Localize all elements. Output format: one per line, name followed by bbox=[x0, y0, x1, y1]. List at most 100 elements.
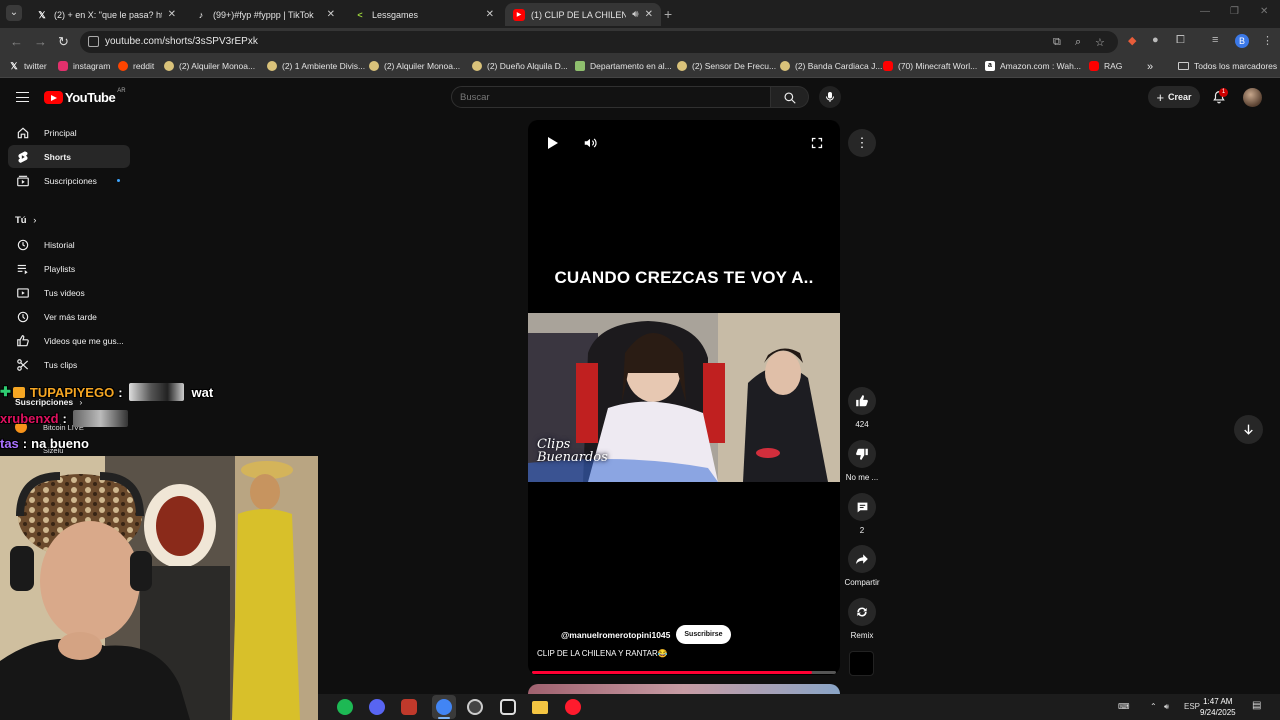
keyboard-icon[interactable]: ⌨ bbox=[1118, 702, 1130, 711]
search-input[interactable] bbox=[460, 90, 760, 105]
bookmark-item[interactable]: a Amazon.com : Wah... bbox=[985, 61, 1081, 71]
system-clock[interactable]: 1:47 AM 9/24/2025 bbox=[1200, 696, 1236, 718]
tab-search-chevron-icon[interactable]: ⌄ bbox=[6, 5, 22, 21]
bookmark-item[interactable]: (2) Sensor De Frecu... bbox=[677, 61, 776, 71]
bookmark-star-icon[interactable]: ☆ bbox=[1095, 36, 1105, 49]
zoom-icon[interactable]: ⌕ bbox=[1075, 36, 1081, 49]
bookmark-item[interactable]: instagram bbox=[58, 61, 110, 71]
bookmark-item[interactable]: (2) 1 Ambiente Divis... bbox=[267, 61, 365, 71]
sidebar-item-playlists[interactable]: Playlists bbox=[8, 257, 130, 280]
back-icon[interactable]: ← bbox=[10, 34, 23, 49]
progress-bar[interactable] bbox=[532, 671, 836, 674]
minimize-icon[interactable]: — bbox=[1200, 6, 1210, 17]
browser-tab-lessgames[interactable]: < Lessgames ✕ bbox=[346, 3, 502, 26]
obs-icon[interactable] bbox=[467, 699, 483, 715]
new-content-dot bbox=[117, 179, 120, 182]
language-indicator[interactable]: ESP bbox=[1184, 702, 1200, 711]
chevron-right-icon: › bbox=[33, 215, 37, 226]
close-window-icon[interactable]: ✕ bbox=[1260, 6, 1268, 17]
bookmark-item[interactable]: (2) Alquiler Monoa... bbox=[164, 61, 255, 71]
sidebar-item-historial[interactable]: Historial bbox=[8, 233, 130, 256]
close-icon[interactable]: ✕ bbox=[645, 9, 653, 20]
bookmark-item[interactable]: 𝕏twitter bbox=[9, 61, 46, 71]
chevron-up-icon[interactable]: ⌃ bbox=[1150, 702, 1157, 711]
next-short-button[interactable] bbox=[1234, 415, 1263, 444]
remix-button[interactable] bbox=[848, 598, 876, 626]
bookmark-item[interactable]: Departamento en al... bbox=[575, 61, 672, 71]
sidebar-item-ver-mas-tarde[interactable]: Ver más tarde bbox=[8, 305, 130, 328]
sidebar-item-principal[interactable]: Principal bbox=[8, 121, 130, 144]
browser-tab-youtube[interactable]: ▶ (1) CLIP DE LA CHILENA Y R 🔊︎ ✕ bbox=[505, 3, 661, 26]
channel-name-link[interactable]: @manuelromerotopini1045 bbox=[561, 630, 670, 640]
capcut-icon[interactable] bbox=[500, 699, 516, 715]
play-button[interactable] bbox=[547, 136, 559, 155]
volume-button[interactable] bbox=[583, 136, 597, 155]
media-controls-icon[interactable]: ≡ bbox=[1212, 34, 1218, 46]
thumbs-up-icon bbox=[856, 395, 868, 407]
subscribe-button[interactable]: Suscribirse bbox=[676, 625, 731, 644]
comments-button[interactable] bbox=[848, 493, 876, 521]
tab-title: (99+)#fyp #fyppp | TikTok bbox=[213, 9, 314, 20]
speaker-icon[interactable]: 🔊︎ bbox=[1164, 702, 1169, 712]
chrome-icon[interactable] bbox=[436, 699, 452, 715]
reload-icon[interactable]: ↻ bbox=[58, 34, 69, 50]
share-button[interactable] bbox=[848, 545, 876, 573]
browser-tab-x[interactable]: 𝕏 (2) + en X: "que le pasa? https:/ ✕ bbox=[28, 3, 184, 26]
channel-row: @manuelromerotopini1045 Suscribirse bbox=[561, 625, 731, 644]
site-info-icon[interactable] bbox=[88, 36, 99, 47]
extension-icon[interactable]: ◆ bbox=[1128, 34, 1136, 47]
bookmark-item[interactable]: RAG bbox=[1089, 61, 1122, 71]
sidebar-you-header[interactable]: Tú › bbox=[15, 215, 36, 226]
all-bookmarks-folder[interactable]: Todos los marcadores bbox=[1178, 61, 1277, 71]
voice-meeter-icon[interactable] bbox=[401, 699, 417, 715]
close-icon[interactable]: ✕ bbox=[486, 9, 494, 20]
dislike-button[interactable] bbox=[848, 440, 876, 468]
restore-icon[interactable]: ❐ bbox=[1230, 6, 1239, 17]
sidebar-item-shorts[interactable]: Shorts bbox=[8, 145, 130, 168]
sidebar-item-tus-clips[interactable]: Tus clips bbox=[8, 353, 130, 376]
like-button[interactable] bbox=[848, 387, 876, 415]
install-app-icon[interactable]: ⧉ bbox=[1053, 36, 1061, 49]
notification-center-icon[interactable]: ▤ bbox=[1252, 700, 1261, 711]
sidebar-item-liked-videos[interactable]: Videos que me gus... bbox=[8, 329, 130, 352]
profile-avatar[interactable]: B bbox=[1235, 34, 1249, 48]
kebab-menu-icon[interactable]: ⋮ bbox=[1262, 34, 1273, 47]
close-icon[interactable]: ✕ bbox=[327, 9, 335, 20]
extension-icon[interactable]: ● bbox=[1152, 34, 1159, 46]
file-explorer-icon[interactable] bbox=[532, 701, 548, 714]
create-button[interactable]: + Crear bbox=[1148, 86, 1200, 108]
spotify-icon[interactable] bbox=[337, 699, 353, 715]
new-tab-icon[interactable]: + bbox=[664, 6, 672, 22]
speaker-icon[interactable]: 🔊︎ bbox=[632, 9, 638, 20]
shorts-player[interactable]: CUANDO CREZCAS TE VOY A.. Clips Buenardo… bbox=[528, 120, 840, 675]
close-icon[interactable]: ✕ bbox=[168, 9, 176, 20]
marketplace-icon bbox=[369, 61, 379, 71]
discord-icon[interactable] bbox=[369, 699, 385, 715]
bookmark-item[interactable]: (2) Alquiler Monoa... bbox=[369, 61, 460, 71]
sound-thumbnail[interactable] bbox=[849, 651, 874, 676]
hamburger-menu-icon[interactable] bbox=[16, 92, 29, 102]
bookmark-item[interactable]: reddit bbox=[118, 61, 154, 71]
short-title[interactable]: CLIP DE LA CHILENA Y RANTAR😂 bbox=[537, 649, 668, 658]
bookmark-item[interactable]: (2) Banda Cardiaca J... bbox=[780, 61, 882, 71]
active-app-indicator bbox=[438, 717, 450, 719]
fullscreen-icon bbox=[811, 137, 823, 149]
account-avatar[interactable] bbox=[1243, 88, 1262, 107]
voice-search-button[interactable] bbox=[819, 86, 841, 108]
bookmark-item[interactable]: (2) Dueño Alquila D... bbox=[472, 61, 568, 71]
opera-icon[interactable] bbox=[565, 699, 581, 715]
sidebar-item-tus-videos[interactable]: Tus videos bbox=[8, 281, 130, 304]
more-options-button[interactable]: ⋮ bbox=[848, 129, 876, 157]
address-bar[interactable]: youtube.com/shorts/3sSPV3rEPxk ⧉ ⌕ ☆ bbox=[80, 31, 1118, 53]
bookmark-item[interactable]: (70) Minecraft Worl... bbox=[883, 61, 977, 71]
extensions-puzzle-icon[interactable]: ⧠ bbox=[1176, 34, 1185, 47]
search-button[interactable] bbox=[771, 86, 809, 108]
youtube-logo[interactable]: YouTube AR bbox=[44, 88, 126, 105]
sidebar-item-suscripciones[interactable]: Suscripciones bbox=[8, 169, 130, 192]
clip-watermark: Clips Buenardos bbox=[537, 437, 608, 465]
forward-icon[interactable]: → bbox=[34, 34, 47, 49]
fullscreen-button[interactable] bbox=[811, 136, 823, 154]
browser-tab-tiktok[interactable]: ♪ (99+)#fyp #fyppp | TikTok ✕ bbox=[187, 3, 343, 26]
watch-later-icon bbox=[16, 310, 30, 324]
bookmarks-overflow-icon[interactable]: » bbox=[1147, 61, 1153, 73]
